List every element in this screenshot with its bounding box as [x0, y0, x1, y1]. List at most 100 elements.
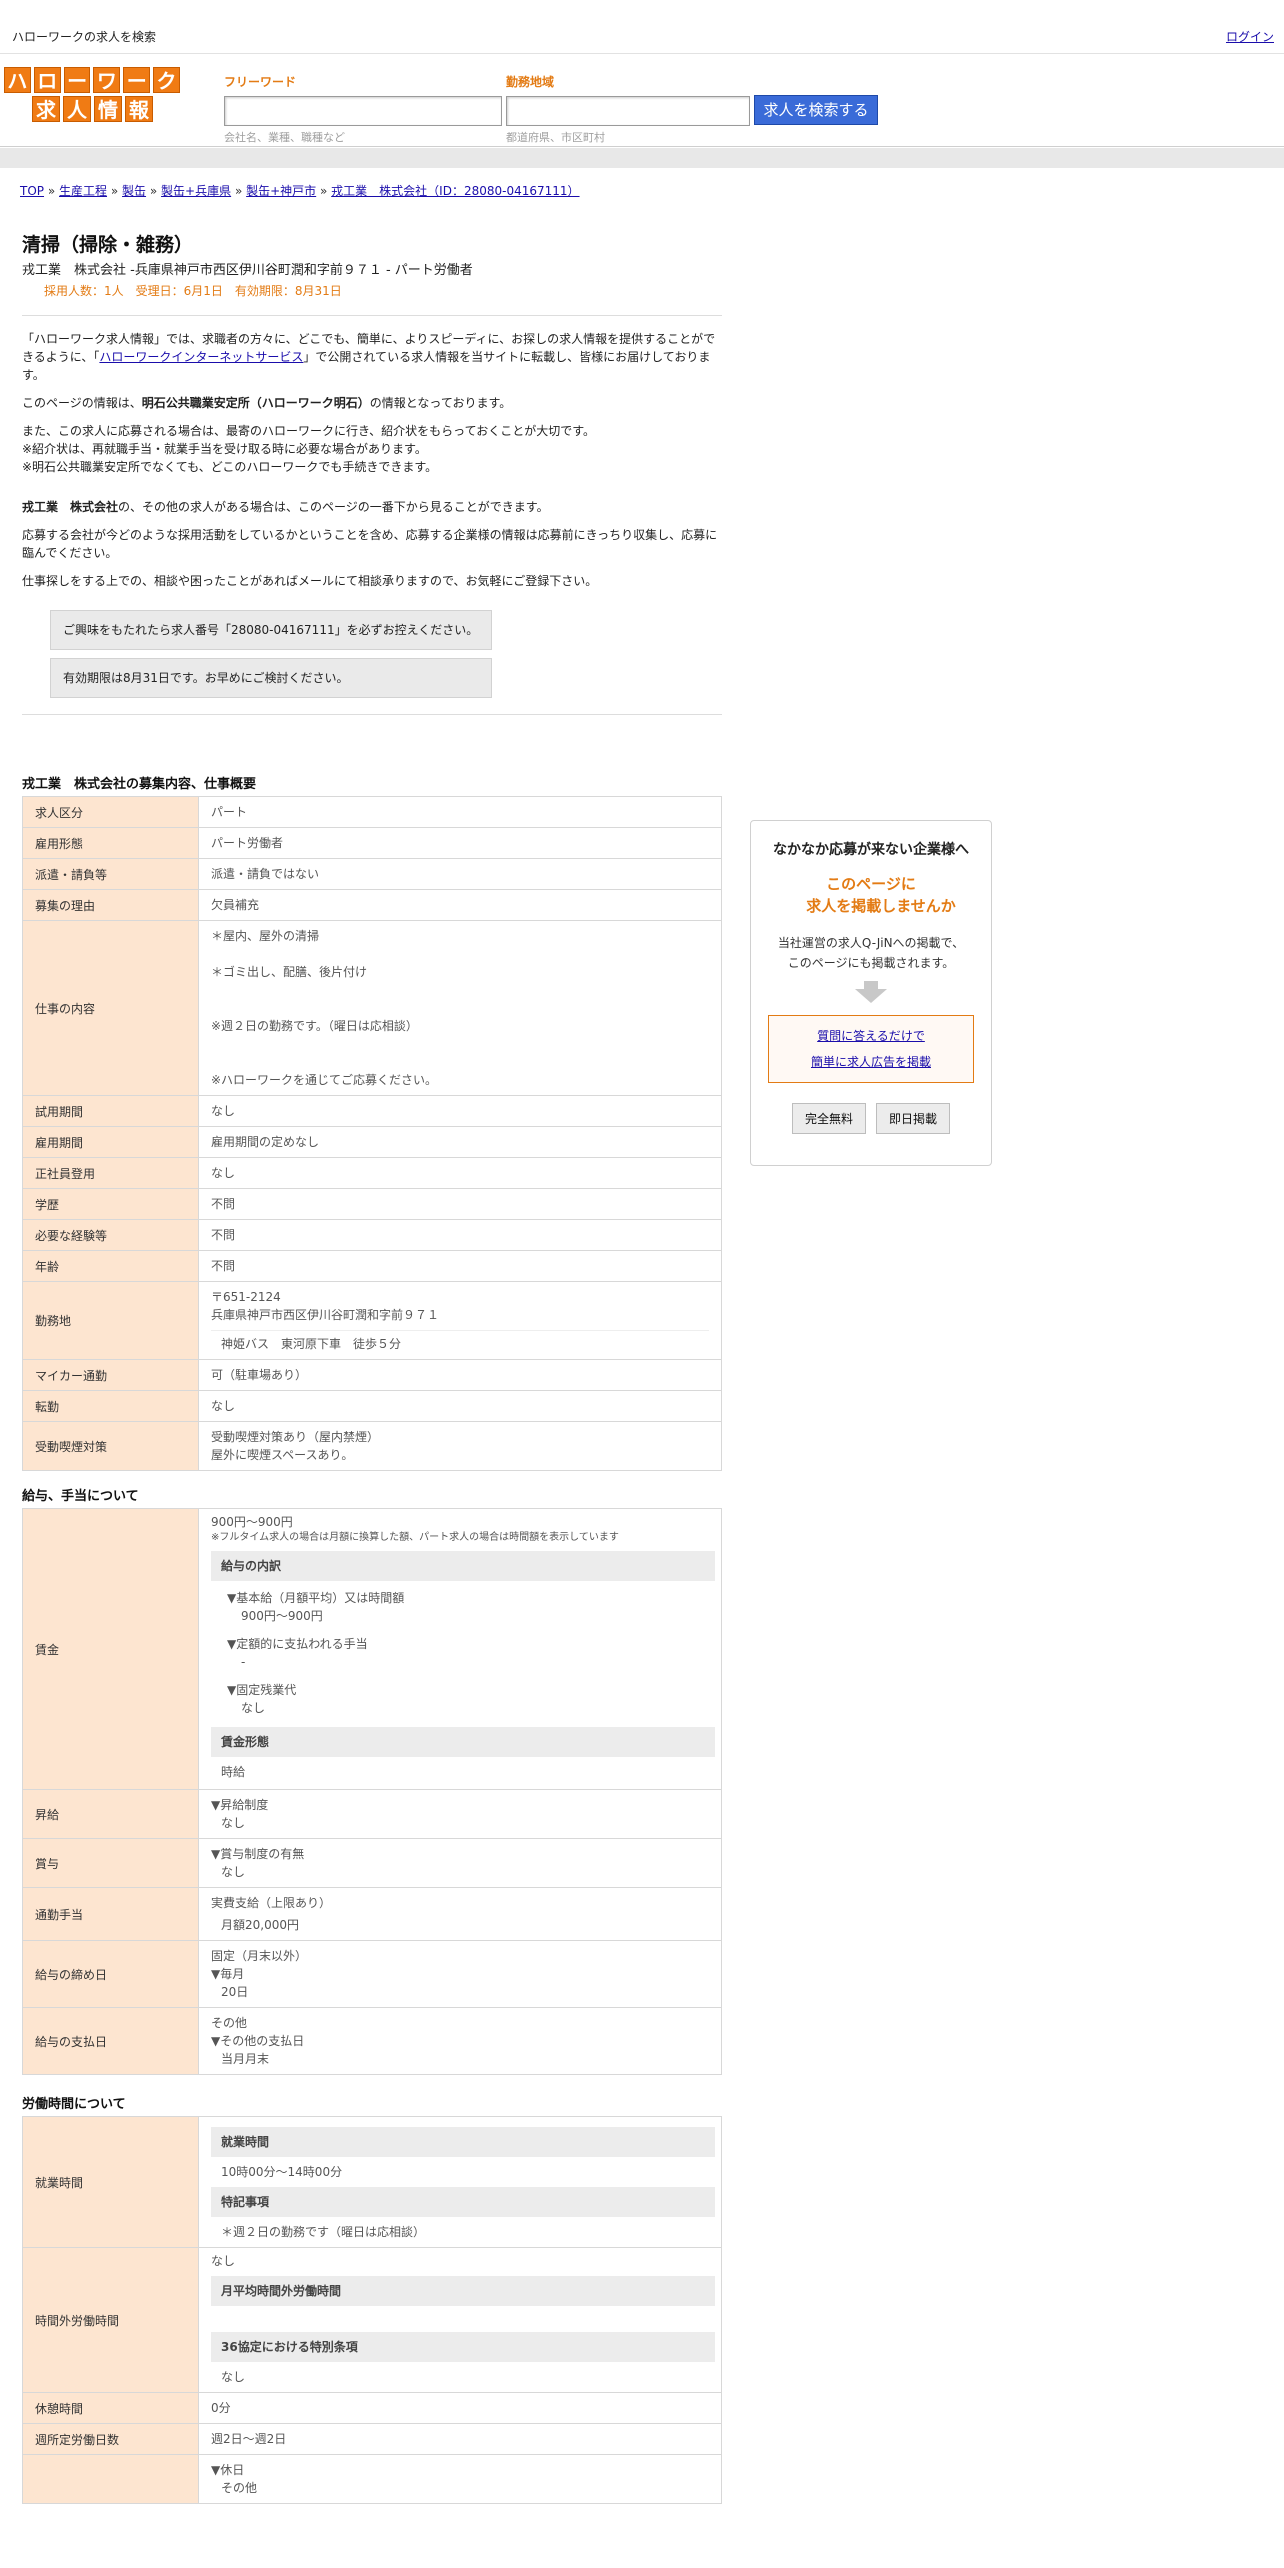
- area-hint: 都道府県、市区町村: [506, 131, 605, 144]
- apply-note-line: ※明石公共職業安定所でなくても、どこのハローワークでも手続きできます。: [22, 460, 438, 474]
- ad-link-post[interactable]: 簡単に求人広告を掲載: [811, 1055, 931, 1069]
- wage-form-heading: 賃金形態: [211, 1727, 715, 1757]
- row-label: 募集の理由: [22, 889, 199, 921]
- holiday-value: その他: [221, 2481, 258, 2495]
- table-row: 昇給 ▼昇給制度 なし: [22, 1789, 722, 1839]
- breadcrumb-sep: »: [110, 184, 119, 198]
- row-value: 不問: [198, 1219, 722, 1251]
- job-detail-line: ※ハローワークを通じてご応募ください。: [211, 1073, 438, 1087]
- breadcrumb-city[interactable]: 製缶+神戸市: [246, 184, 316, 198]
- table-row: 給与の締め日 固定（月末以外） ▼毎月 20日: [22, 1940, 722, 2008]
- ad-offer-line: 求人を掲載しませんか: [806, 897, 956, 915]
- row-label: 賃金: [22, 1508, 199, 1790]
- row-label: 雇用期間: [22, 1126, 199, 1158]
- table-row: 募集の理由 欠員補充: [22, 889, 722, 921]
- row-label: 学歴: [22, 1188, 199, 1220]
- row-label: 昇給: [22, 1789, 199, 1839]
- smoking-policy: 屋外に喫煙スペースあり。: [211, 1448, 354, 1462]
- wage-breakdown-heading: 給与の内訳: [211, 1551, 715, 1581]
- logo-char: ハ: [4, 67, 31, 93]
- top-bar: ハローワークの求人を検索 ログイン: [0, 0, 1284, 54]
- logo-char: ロ: [33, 67, 61, 93]
- row-value: なし: [198, 1157, 722, 1189]
- access-info: 神姫バス 東河原下車 徒歩５分: [211, 1330, 709, 1353]
- overtime-avg-heading: 月平均時間外労働時間: [211, 2276, 715, 2306]
- row-value: パート: [198, 796, 722, 828]
- logo-char: ー: [123, 67, 151, 93]
- article36-value: なし: [221, 2370, 246, 2384]
- row-value: 可（駐車場あり）: [198, 1359, 722, 1391]
- breadcrumb-sep: »: [47, 184, 56, 198]
- row-label: 賞与: [22, 1838, 199, 1888]
- ad-description-line: 当社運営の求人Q-JiNへの掲載で、: [777, 936, 965, 950]
- row-value: 固定（月末以外） ▼毎月 20日: [198, 1940, 722, 2008]
- row-label: 就業時間: [22, 2116, 199, 2248]
- breadcrumb-sep: »: [149, 184, 158, 198]
- company-name: 戎工業 株式会社: [22, 500, 119, 514]
- ad-offer: このページに 求人を掲載しませんか: [751, 873, 991, 917]
- breadcrumb-top[interactable]: TOP: [20, 184, 44, 198]
- overview-table: 求人区分 パート 雇用形態 パート労働者 派遣・請負等 派遣・請負ではない 募集の理由…: [22, 796, 722, 1471]
- row-value: ▼休日その他: [198, 2454, 722, 2504]
- login-link[interactable]: ログイン: [1226, 28, 1274, 45]
- raise-value: なし: [221, 1816, 246, 1830]
- search-button[interactable]: 求人を検索する: [754, 95, 878, 125]
- table-row: 試用期間 なし: [22, 1095, 722, 1127]
- base-pay-label: ▼基本給（月額平均）又は時間額: [227, 1591, 405, 1605]
- row-label: 雇用形態: [22, 827, 199, 859]
- smoking-policy: 受動喫煙対策あり（屋内禁煙）: [211, 1430, 380, 1444]
- commute-value: 月額20,000円: [221, 1918, 299, 1932]
- table-row: 転勤 なし: [22, 1390, 722, 1422]
- table-row: 勤務地 〒651-2124 兵庫県神戸市西区伊川谷町潤和字前９７１ 神姫バス 東…: [22, 1281, 722, 1360]
- row-label: 転勤: [22, 1390, 199, 1422]
- employer-ad-box: なかなか応募が来ない企業様へ このページに 求人を掲載しませんか 当社運営の求人…: [750, 820, 992, 1166]
- ad-link-answer[interactable]: 質問に答えるだけで: [817, 1029, 925, 1043]
- closing-label: ▼毎月: [211, 1967, 245, 1981]
- breadcrumb-prefecture[interactable]: 製缶+兵庫県: [161, 184, 231, 198]
- logo-char: 人: [63, 96, 91, 122]
- ad-description-line: このページにも掲載されます。: [787, 956, 955, 970]
- fixed-allowance-value: -: [241, 1655, 246, 1669]
- table-row: 賃金 900円〜900円 ※フルタイム求人の場合は月額に換算した額、パート求人の…: [22, 1508, 722, 1790]
- free-button[interactable]: 完全無料: [791, 1103, 866, 1134]
- closing-value: 20日: [221, 1985, 249, 1999]
- area-field: 勤務地域 都道府県、市区町村: [506, 73, 750, 145]
- closing-type: 固定（月末以外）: [211, 1949, 308, 1963]
- ad-description: 当社運営の求人Q-JiNへの掲載で、 このページにも掲載されます。: [751, 933, 991, 973]
- job-meta: 採用人数：1人 受理日：6月1日 有効期限：8月31日: [44, 284, 342, 298]
- row-value: なし: [198, 1095, 722, 1127]
- wage-form-value: 時給: [221, 1765, 246, 1779]
- row-label: 必要な経験等: [22, 1219, 199, 1251]
- row-label: マイカー通勤: [22, 1359, 199, 1391]
- fixed-overtime-value: なし: [241, 1701, 266, 1715]
- logo-char: 報: [125, 96, 153, 122]
- row-value: 〒651-2124 兵庫県神戸市西区伊川谷町潤和字前９７１ 神姫バス 東河原下車…: [198, 1281, 722, 1360]
- row-label: [22, 2454, 199, 2504]
- payday-label: ▼その他の支払日: [211, 2034, 305, 2048]
- freeword-label: フリーワード: [224, 75, 297, 89]
- table-row: 必要な経験等 不問: [22, 1219, 722, 1251]
- table-row: 給与の支払日 その他 ▼その他の支払日 当月月末: [22, 2007, 722, 2075]
- hellowork-internet-link[interactable]: ハローワークインターネットサービス: [99, 350, 303, 364]
- holiday-label: ▼休日: [211, 2463, 245, 2477]
- payday-value: 当月月末: [221, 2052, 270, 2066]
- section-heading-hours: 労働時間について: [22, 2097, 126, 2112]
- hellowork-logo[interactable]: ハ ロ ー ワ ー ク 求 人 情 報: [4, 67, 180, 127]
- row-value: ▼賞与制度の有無 なし: [198, 1838, 722, 1888]
- section-heading-overview: 戎工業 株式会社の募集内容、仕事概要: [22, 777, 257, 792]
- area-input[interactable]: [506, 96, 750, 126]
- down-arrow-icon: [855, 989, 887, 1003]
- breadcrumb-company[interactable]: 戎工業 株式会社（ID：28080-04167111）: [331, 184, 579, 198]
- source-paragraph: このページの情報は、明石公共職業安定所（ハローワーク明石）の情報となっております…: [22, 394, 722, 412]
- logo-char: ー: [63, 67, 91, 93]
- logo-char: ワ: [93, 67, 121, 93]
- payday-type: その他: [211, 2016, 248, 2030]
- area-label: 勤務地域: [506, 75, 555, 89]
- row-value: なし 月平均時間外労働時間 36協定における特別条項 なし: [198, 2247, 722, 2393]
- same-day-button[interactable]: 即日掲載: [876, 1103, 951, 1134]
- freeword-input[interactable]: [224, 96, 502, 126]
- breadcrumb-job[interactable]: 製缶: [122, 184, 146, 198]
- breadcrumb-category[interactable]: 生産工程: [59, 184, 107, 198]
- bonus-label: ▼賞与制度の有無: [211, 1847, 305, 1861]
